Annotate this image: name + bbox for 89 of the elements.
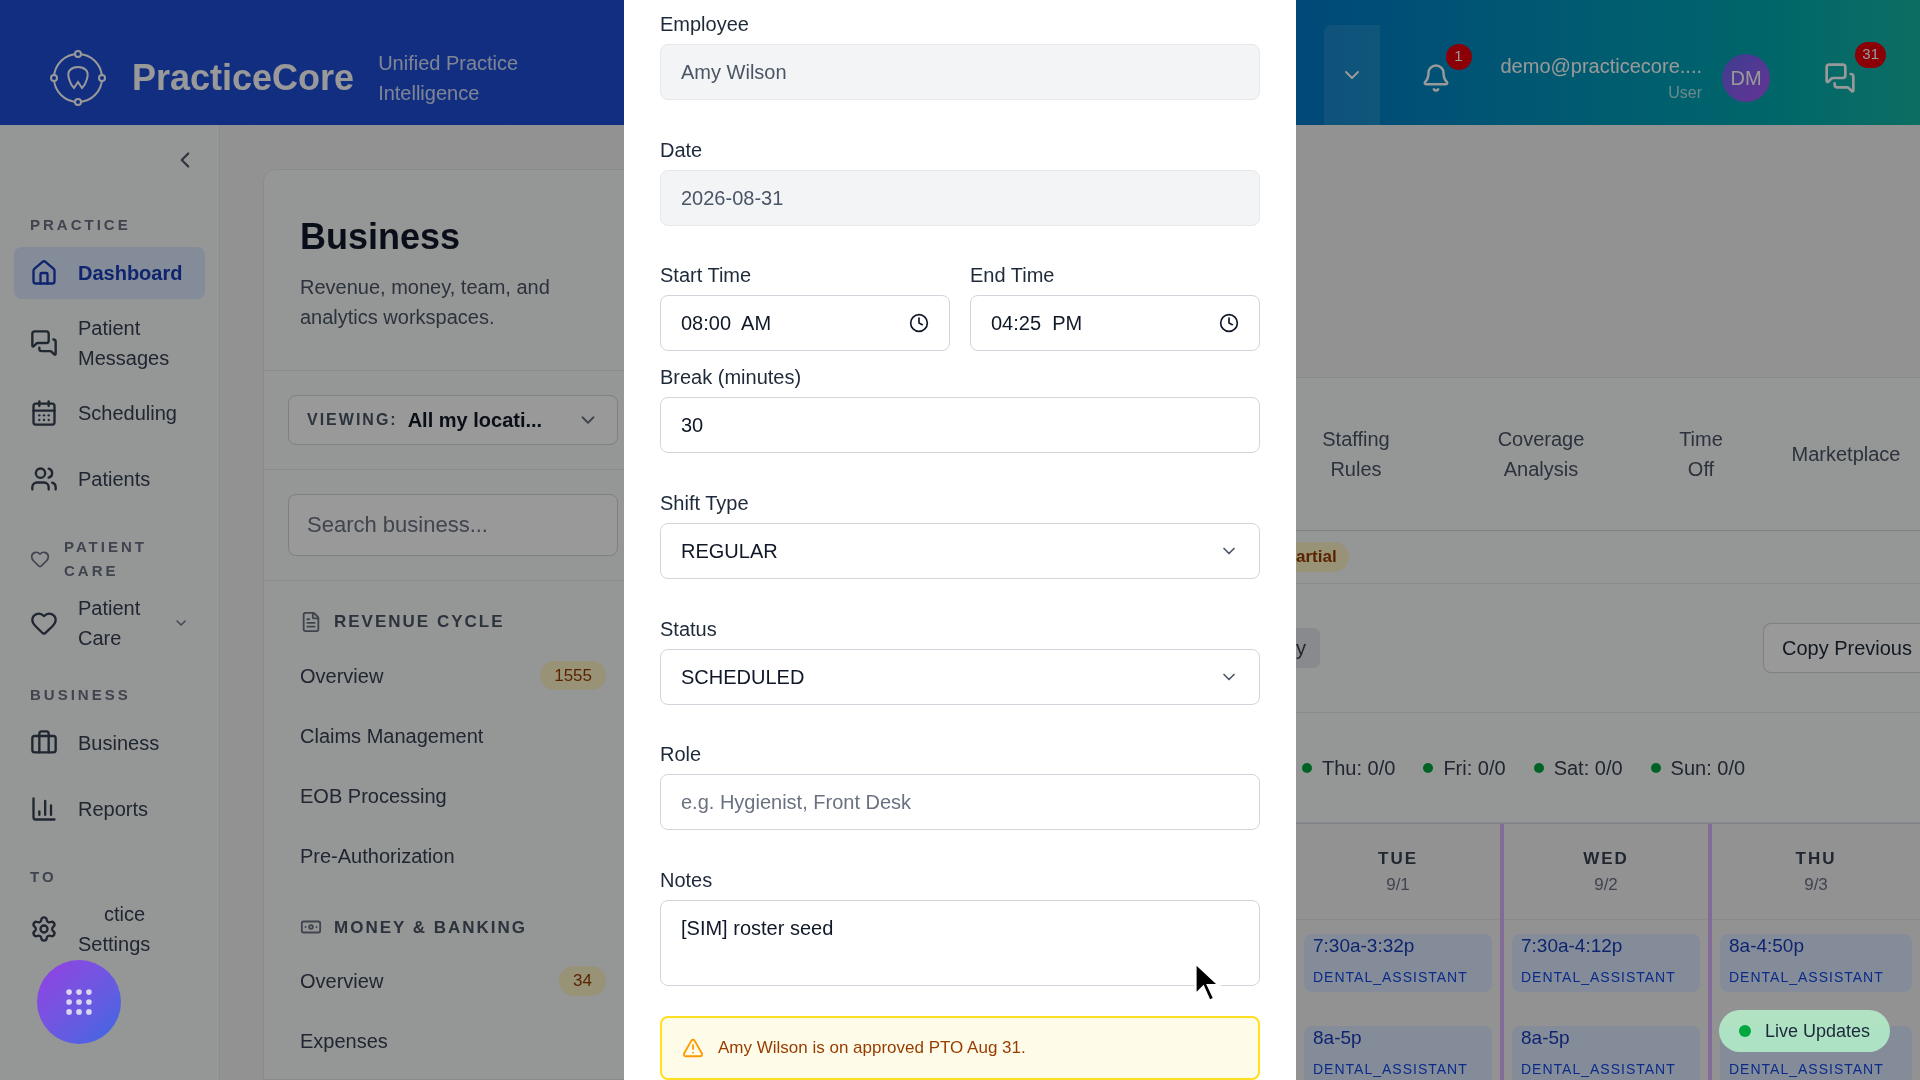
tab[interactable]: Time Off <box>1671 424 1731 484</box>
field-label: Date <box>660 137 704 162</box>
sidebar-item[interactable]: Dashboard <box>14 247 205 299</box>
field-label: Notes <box>660 868 714 893</box>
day-date: 9/1 <box>1386 873 1410 896</box>
input-field[interactable]: e.g. Hygienist, Front Desk <box>660 774 1260 831</box>
shift-card[interactable]: 7:30a-3:32p DENTAL_ASSISTANT <box>1304 934 1492 992</box>
clock-icon <box>909 313 929 334</box>
tab[interactable]: Staffing Rules <box>1302 424 1410 484</box>
brand-name: PracticeCore <box>132 55 355 100</box>
field-label: Status <box>660 616 718 641</box>
clock-icon <box>1219 313 1239 334</box>
coverage-summary: Fri: 0/0 <box>1443 755 1506 781</box>
field-label: Role <box>660 742 703 767</box>
nav-item[interactable]: EOB Processing <box>300 776 606 815</box>
nav-item[interactable]: Expenses <box>300 1022 606 1060</box>
input-field[interactable]: 30 <box>660 397 1260 454</box>
settings-icon <box>30 915 58 943</box>
field-label: End Time <box>970 263 1056 288</box>
user-avatar[interactable]: DM <box>1722 53 1770 102</box>
bar-chart-icon <box>30 795 58 823</box>
nav-item[interactable]: Overview 34 <box>300 962 606 1000</box>
search-field[interactable]: Search business... <box>288 494 618 556</box>
section-heading: TO <box>30 867 57 887</box>
time-field[interactable]: 08:00 AM <box>660 295 950 352</box>
heart-icon <box>30 549 50 569</box>
message-count-badge: 31 <box>1855 41 1886 68</box>
sidebar-item[interactable]: Patients <box>14 453 205 505</box>
tab[interactable]: Marketplace <box>1781 439 1911 469</box>
field-label: Employee <box>660 12 750 36</box>
tab[interactable]: Coverage Analysis <box>1466 424 1616 484</box>
calendar-icon <box>30 399 58 427</box>
sidebar-item[interactable]: Patient Care <box>14 593 205 653</box>
chat-bubbles-icon <box>1824 61 1856 94</box>
chat-bubbles-icon <box>30 329 58 357</box>
sidebar-item[interactable]: Business <box>14 717 205 769</box>
group-heading: REVENUE CYCLE <box>334 611 505 633</box>
section-heading: BUSINESS <box>30 685 131 705</box>
logo-icon <box>50 49 106 106</box>
field-label: Break (minutes) <box>660 365 803 390</box>
day-name: TUE <box>1378 848 1418 870</box>
people-icon <box>30 465 58 493</box>
page-subtitle: Revenue, money, team, and analytics workspaces. <box>300 275 551 330</box>
shift-card[interactable]: 7:30a-4:12p DENTAL_ASSISTANT <box>1512 934 1700 992</box>
section-heading: PRACTICE <box>30 215 131 235</box>
day-date: 9/3 <box>1804 873 1828 896</box>
select-field[interactable]: REGULAR <box>660 523 1260 579</box>
briefcase-icon <box>30 729 58 757</box>
heart-icon <box>30 609 58 637</box>
count-badge: 1555 <box>540 660 606 691</box>
notification-badge: 1 <box>1445 43 1472 70</box>
document-icon <box>300 610 322 633</box>
sidebar-item[interactable]: Reports <box>14 783 205 835</box>
nav-item[interactable]: Overview 1555 <box>300 656 606 695</box>
status-badge: artial <box>1296 542 1349 572</box>
shift-card[interactable]: 8a-4:50p DENTAL_ASSISTANT <box>1720 934 1912 992</box>
sidebar-item[interactable]: ctice Settings <box>14 899 205 959</box>
toolbar-button[interactable]: y <box>1296 628 1320 668</box>
field-label: Shift Type <box>660 491 750 515</box>
coverage-summary: Sat: 0/0 <box>1553 755 1623 781</box>
sidebar-item[interactable]: Scheduling <box>14 387 205 439</box>
notes-field[interactable]: [SIM] roster seed <box>660 900 1260 987</box>
coverage-summary: Sun: 0/0 <box>1670 755 1746 781</box>
location-selector[interactable]: VIEWING: All my locati... <box>288 395 618 445</box>
copy-previous-button[interactable]: Copy Previous <box>1762 623 1920 673</box>
time-field[interactable]: 04:25 PM <box>970 295 1260 352</box>
nav-item[interactable]: Pre-Authorization <box>300 836 606 875</box>
brand-tagline: Unified Practice Intelligence <box>378 50 520 106</box>
select-field[interactable]: SCHEDULED <box>660 648 1260 705</box>
readonly-field: Amy Wilson <box>660 44 1260 100</box>
page-title: Business <box>300 215 462 259</box>
readonly-field: 2026-08-31 <box>660 169 1260 226</box>
coverage-summary: Thu: 0/0 <box>1322 755 1396 781</box>
day-date: 9/2 <box>1594 873 1618 896</box>
group-heading: MONEY & BANKING <box>334 916 528 939</box>
pto-warning: Amy Wilson is on approved PTO Aug 31. <box>660 1016 1260 1080</box>
sidebar-item[interactable]: Patient Messages <box>14 313 205 373</box>
shift-card[interactable]: 8a-5p DENTAL_ASSISTANT <box>1304 1026 1492 1080</box>
day-name: WED <box>1583 848 1629 870</box>
field-label: Start Time <box>660 263 753 288</box>
shift-card[interactable]: 8a-5p DENTAL_ASSISTANT <box>1512 1026 1700 1080</box>
user-email: demo@practicecore.... <box>1500 53 1702 79</box>
user-role: User <box>1668 82 1702 103</box>
home-icon <box>30 259 58 287</box>
section-heading: PATIENT CARE <box>64 537 148 581</box>
day-name: THU <box>1795 848 1837 870</box>
warning-icon <box>682 1037 704 1060</box>
nav-item[interactable]: Claims Management <box>300 716 606 755</box>
count-badge: 34 <box>559 966 606 996</box>
